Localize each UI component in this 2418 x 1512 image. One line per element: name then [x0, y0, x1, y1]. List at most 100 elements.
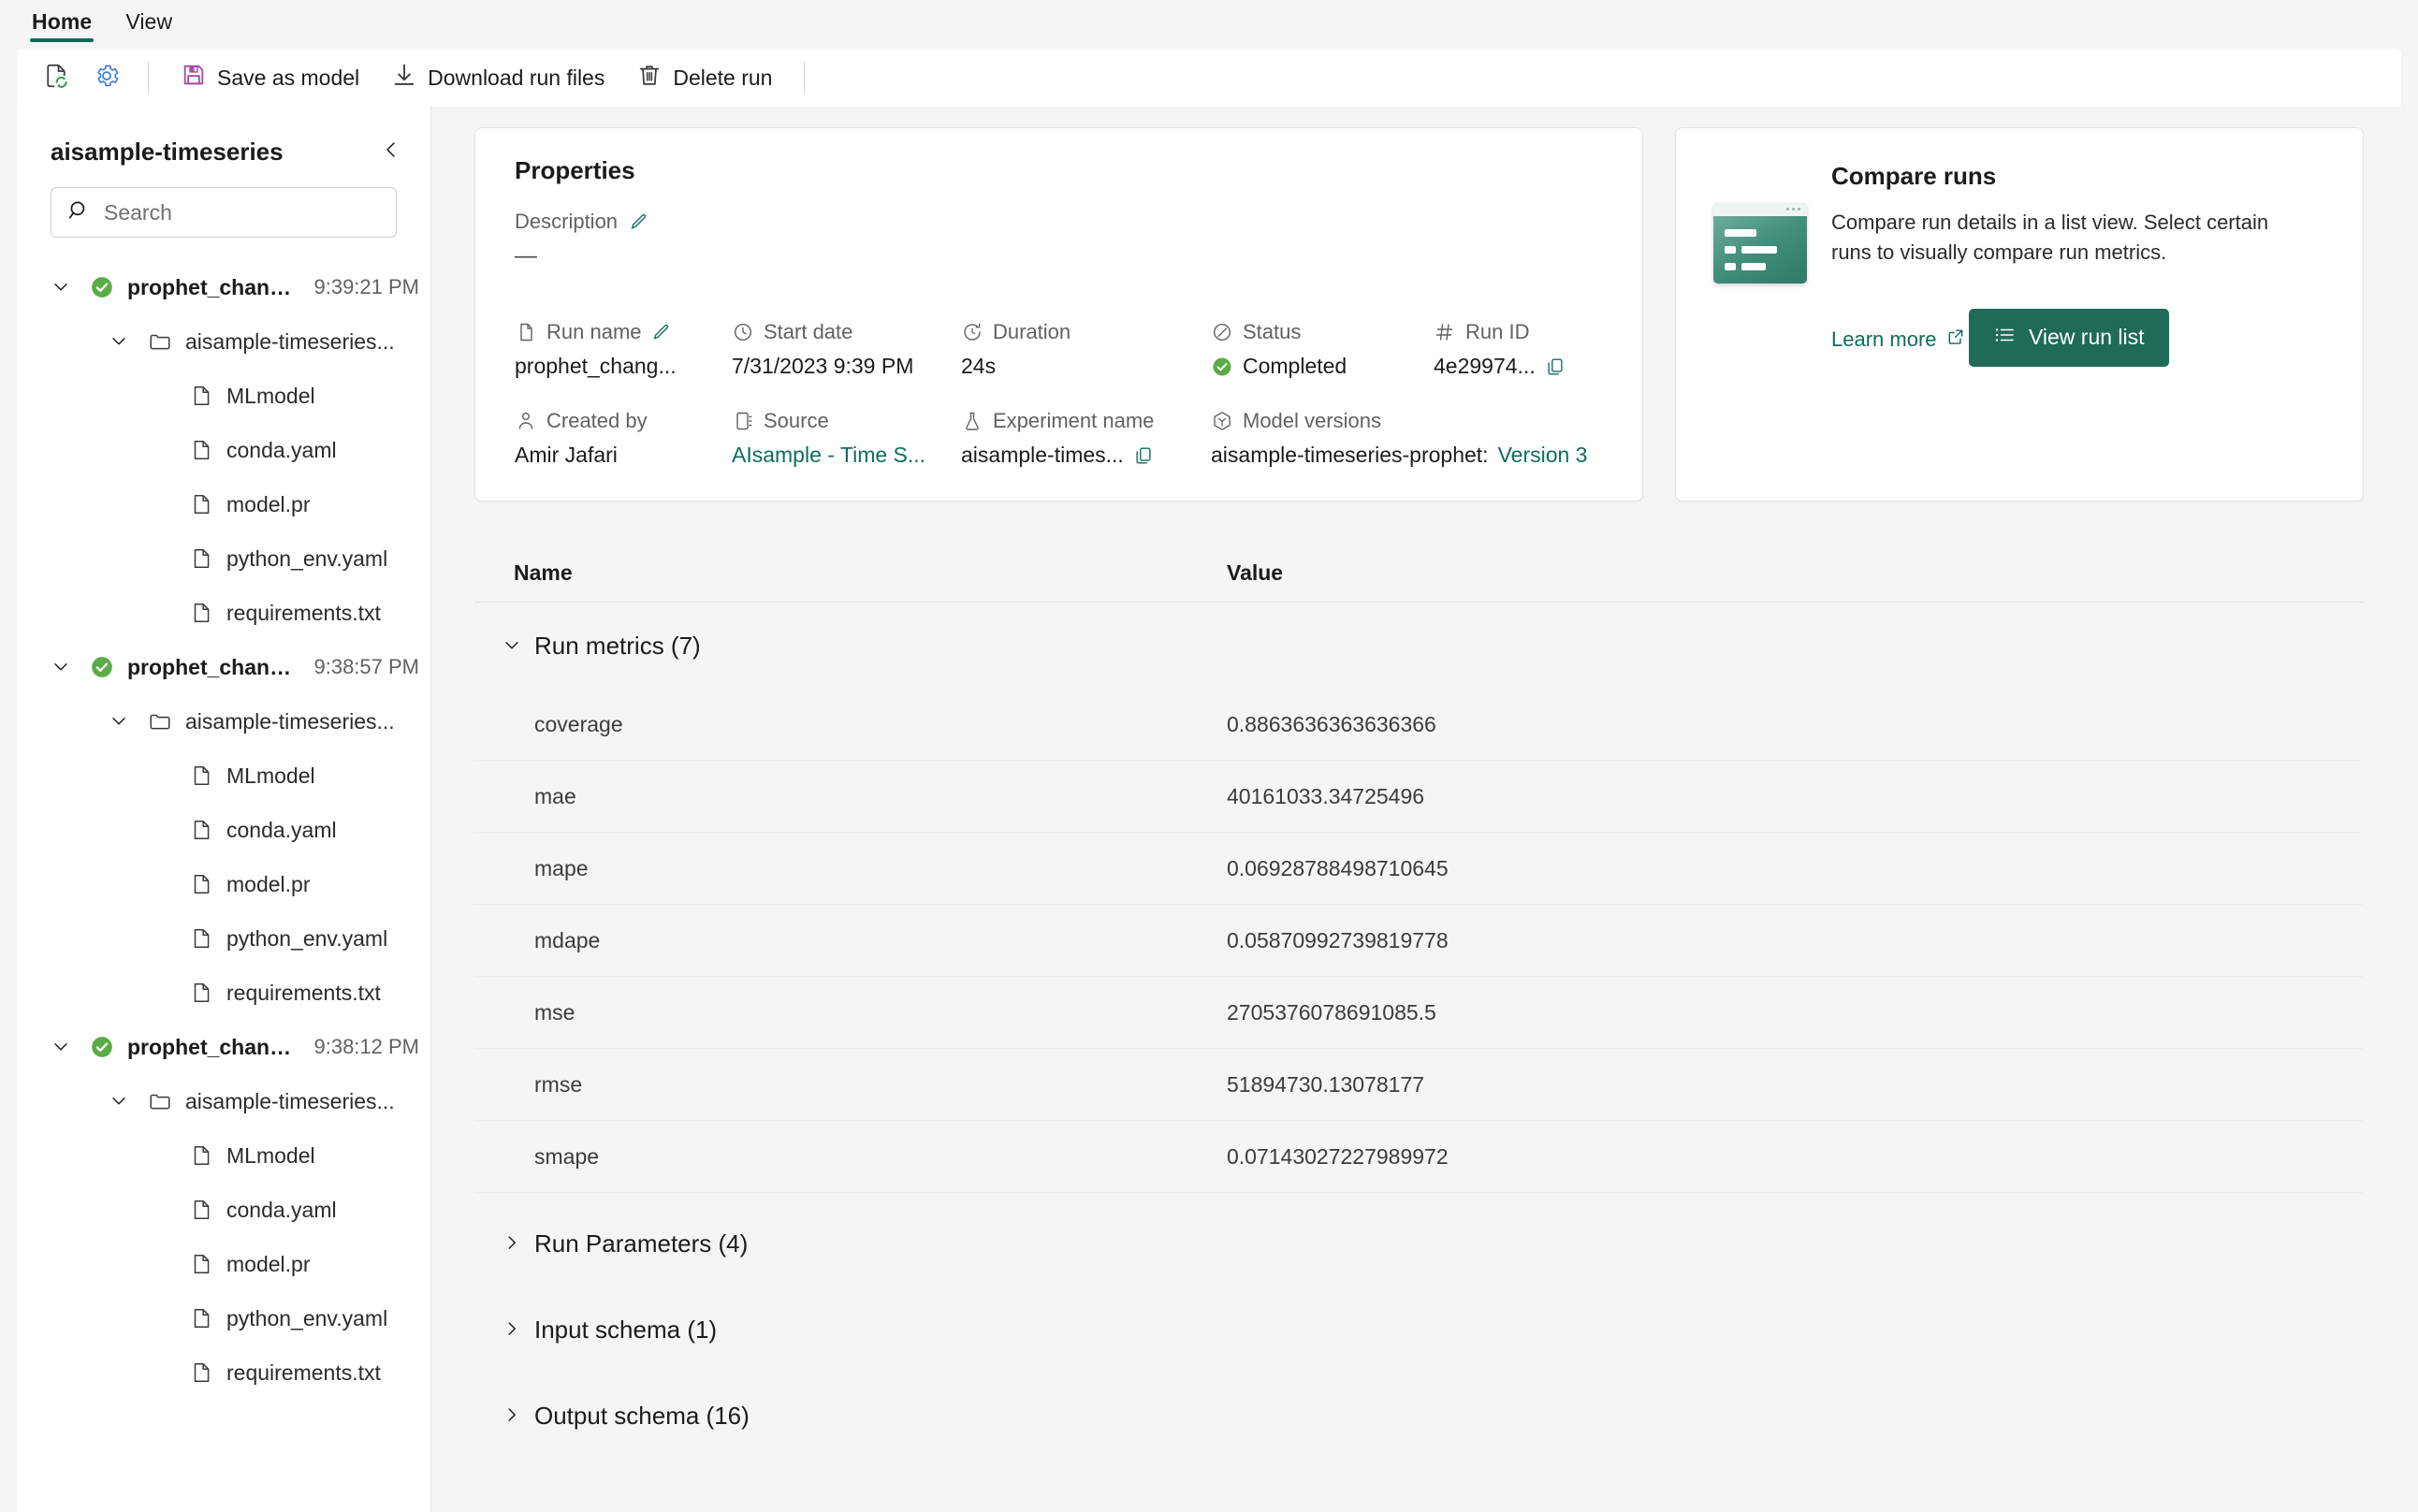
property-value[interactable]: AIsample - Time S...	[732, 443, 925, 468]
tree-item-run[interactable]: prophet_chang... 9:38:12 PM	[17, 1020, 430, 1074]
tree-item-file[interactable]: python_env.yaml	[17, 531, 430, 586]
table-row[interactable]: smape 0.07143027227989972	[474, 1121, 2364, 1193]
search-box[interactable]	[51, 187, 397, 238]
chevron-down-icon[interactable]	[45, 1037, 77, 1057]
tree-item-file[interactable]: MLmodel	[17, 749, 430, 803]
tree-item-file[interactable]: MLmodel	[17, 369, 430, 423]
tree-item-file[interactable]: python_env.yaml	[17, 911, 430, 966]
table-section-header[interactable]: Input schema (1)	[474, 1287, 2364, 1373]
tab-home[interactable]: Home	[19, 4, 105, 46]
property-label: Experiment name	[993, 409, 1155, 432]
table-body: Run metrics (7) coverage 0.886363636363636…	[474, 603, 2364, 1459]
table-row[interactable]: mae 40161033.34725496	[474, 761, 2364, 833]
table-row[interactable]: mse 2705376078691085.5	[474, 977, 2364, 1049]
tree-item-file[interactable]: model.pr	[17, 857, 430, 911]
learn-more-link[interactable]: Learn more	[1831, 327, 1965, 352]
tree-item-folder[interactable]: aisample-timeseries...	[17, 1074, 430, 1128]
folder-icon	[144, 329, 176, 354]
list-icon	[1993, 324, 2016, 352]
search-input[interactable]	[104, 199, 381, 225]
chevron-right-icon[interactable]	[489, 1233, 534, 1254]
chevron-down-icon[interactable]	[489, 635, 534, 656]
tree-item-folder[interactable]: aisample-timeseries...	[17, 314, 430, 369]
table-section-label: Run Parameters (4)	[534, 1228, 749, 1258]
run-tree[interactable]: prophet_chang... 9:39:21 PM aisample-times…	[17, 243, 430, 1512]
property-label: Source	[764, 409, 829, 432]
tree-item-file[interactable]: conda.yaml	[17, 423, 430, 477]
table-row[interactable]: mape 0.06928788498710645	[474, 833, 2364, 905]
property-field: Start date 7/31/2023 9:39 PM	[732, 320, 961, 379]
view-run-list-label: View run list	[2028, 325, 2145, 350]
copy-icon[interactable]	[1133, 445, 1154, 466]
tree-item-run[interactable]: prophet_chang... 9:39:21 PM	[17, 260, 430, 314]
column-header-name: Name	[514, 560, 573, 585]
command-divider-1	[148, 62, 149, 94]
table-section-header[interactable]: Output schema (16)	[474, 1373, 2364, 1459]
model-version-link[interactable]: Version 3	[1498, 443, 1588, 468]
table-row[interactable]: mdape 0.05870992739819778	[474, 905, 2364, 977]
refresh-document-button[interactable]	[34, 58, 79, 97]
property-field: Status Completed	[1211, 320, 1434, 379]
tree-item-file[interactable]: MLmodel	[17, 1128, 430, 1183]
refresh-document-icon	[42, 62, 70, 94]
metric-name: mape	[534, 855, 589, 880]
table-row[interactable]: coverage 0.8863636363636366	[474, 689, 2364, 761]
table-section-label: Output schema (16)	[534, 1401, 750, 1430]
tree-item-file[interactable]: requirements.txt	[17, 1345, 430, 1400]
download-run-files-button[interactable]: Download run files	[378, 58, 618, 97]
settings-button[interactable]	[84, 58, 129, 97]
file-icon	[185, 1252, 217, 1276]
tab-view[interactable]: View	[112, 4, 185, 46]
success-check-icon	[86, 655, 118, 679]
file-icon	[185, 872, 217, 896]
copy-icon[interactable]	[1545, 356, 1566, 377]
table-row[interactable]: rmse 51894730.13078177	[474, 1049, 2364, 1121]
chevron-down-icon[interactable]	[103, 1091, 135, 1112]
tree-item-run[interactable]: prophet_chang... 9:38:57 PM	[17, 640, 430, 694]
table-header-row: Name Value	[474, 545, 2364, 603]
tree-item-folder[interactable]: aisample-timeseries...	[17, 694, 430, 749]
edit-description-icon[interactable]	[629, 211, 649, 232]
table-section-header[interactable]: Run metrics (7)	[474, 603, 2364, 689]
tree-item-label: aisample-timeseries...	[185, 1088, 395, 1113]
file-icon	[185, 1360, 217, 1385]
table-section-label: Input schema (1)	[534, 1315, 718, 1344]
tree-item-file[interactable]: python_env.yaml	[17, 1291, 430, 1345]
tree-item-label: requirements.txt	[226, 980, 381, 1005]
tree-item-file[interactable]: conda.yaml	[17, 803, 430, 857]
metric-name: rmse	[534, 1071, 583, 1097]
body-split: aisample-timeseries Search prophet_chang…	[17, 107, 2401, 1512]
tree-item-label: aisample-timeseries...	[185, 328, 395, 354]
edit-run-name-icon[interactable]	[651, 322, 672, 342]
duration-icon	[961, 321, 983, 343]
file-icon	[185, 981, 217, 1005]
tree-item-label: python_env.yaml	[226, 1305, 388, 1330]
description-value: —	[515, 243, 537, 269]
description-label: Description	[515, 210, 619, 233]
tree-item-file[interactable]: requirements.txt	[17, 966, 430, 1020]
compare-runs-body: Compare runs Compare run details in a li…	[1831, 162, 2325, 467]
tree-item-file[interactable]: requirements.txt	[17, 586, 430, 640]
tree-item-file[interactable]: model.pr	[17, 477, 430, 531]
chevron-right-icon[interactable]	[489, 1319, 534, 1340]
view-run-list-button[interactable]: View run list	[1968, 308, 2169, 367]
delete-run-button[interactable]: Delete run	[623, 58, 785, 97]
table-section-header[interactable]: Run Parameters (4)	[474, 1200, 2364, 1287]
chevron-down-icon[interactable]	[103, 711, 135, 732]
sidebar-collapse-button[interactable]	[372, 133, 410, 170]
metric-name: mdape	[534, 927, 601, 952]
chevron-down-icon[interactable]	[45, 657, 77, 677]
chevron-down-icon[interactable]	[103, 331, 135, 352]
status-check-icon	[1211, 356, 1233, 378]
file-icon	[185, 601, 217, 625]
tree-item-label: conda.yaml	[226, 437, 337, 462]
property-label: Status	[1243, 320, 1302, 343]
chevron-down-icon[interactable]	[45, 277, 77, 298]
tree-item-file[interactable]: model.pr	[17, 1237, 430, 1291]
tree-item-file[interactable]: conda.yaml	[17, 1183, 430, 1237]
download-icon	[391, 62, 417, 94]
chevron-right-icon[interactable]	[489, 1405, 534, 1426]
save-as-model-button[interactable]: Save as model	[168, 58, 372, 97]
tab-view-label: View	[125, 8, 173, 34]
metric-value: 2705376078691085.5	[1227, 999, 1436, 1025]
